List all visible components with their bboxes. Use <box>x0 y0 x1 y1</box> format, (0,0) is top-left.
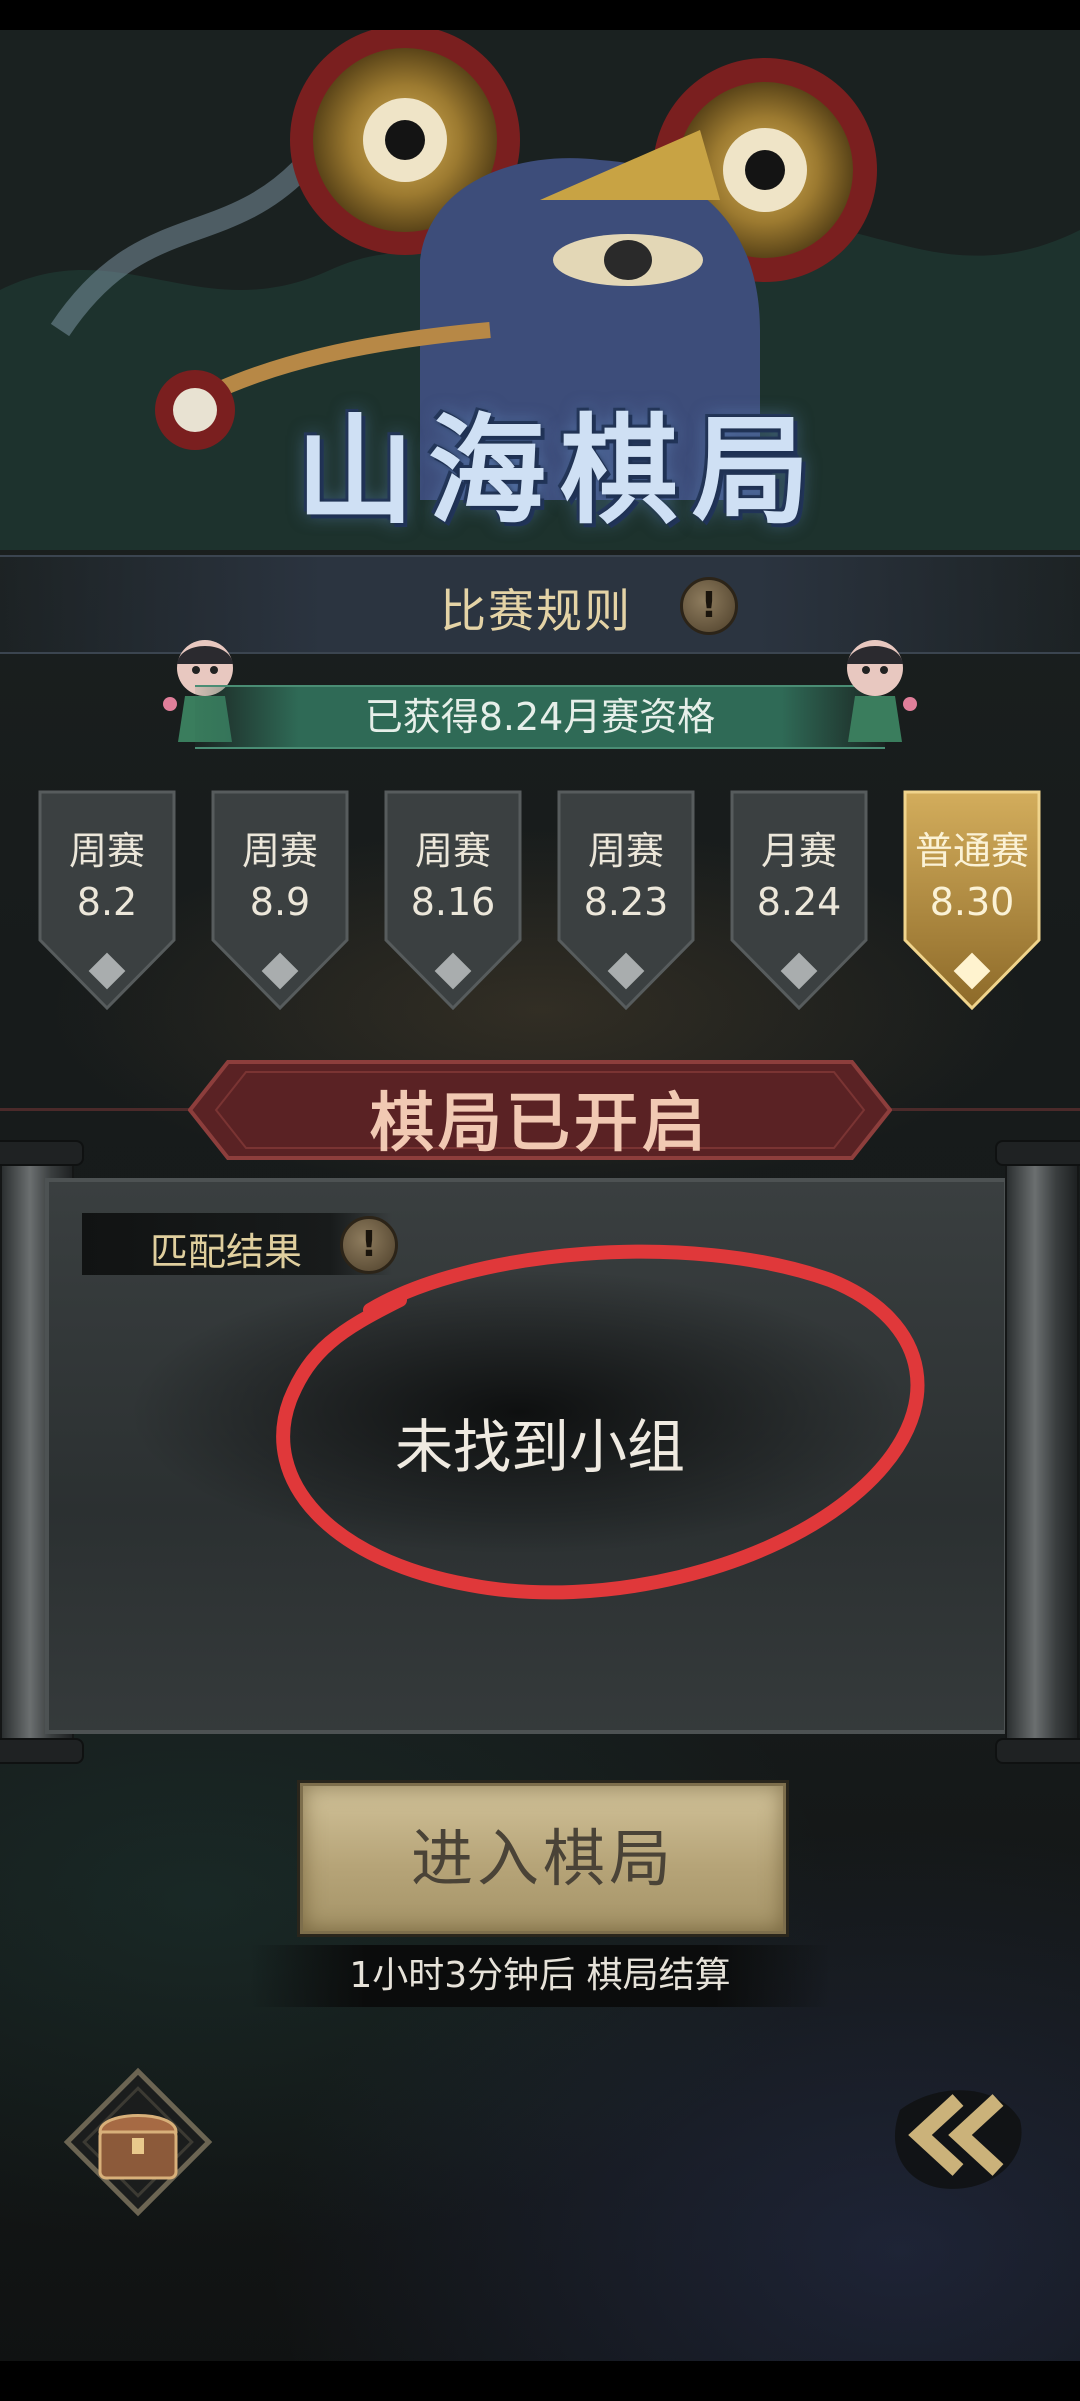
status-banner: 棋局已开启 <box>188 1060 892 1161</box>
enter-game-button[interactable]: 进入棋局 <box>300 1783 786 1934</box>
tab-type-label: 周赛 <box>587 829 664 873</box>
tab-regular-8-30[interactable]: 普通赛 8.30 <box>903 790 1041 1010</box>
double-chevron-left-icon[interactable] <box>880 2070 1030 2200</box>
tab-date-label: 8.23 <box>583 880 669 924</box>
qualification-banner: 已获得8.24月赛资格 <box>195 685 885 749</box>
game-screen: 山海棋局 比赛规则 ! 已获得8.24月赛资格 周赛 8.2 周赛 8.9 周赛… <box>0 0 1080 2401</box>
status-bar <box>0 0 1080 30</box>
scroll-rod-right <box>1005 1150 1079 1754</box>
tab-weekly-8-23[interactable]: 周赛 8.23 <box>557 790 695 1010</box>
tab-weekly-8-9[interactable]: 周赛 8.9 <box>211 790 349 1010</box>
match-result-text: 未找到小组 <box>394 1413 685 1481</box>
banner-divider-right <box>880 1108 1080 1111</box>
scroll-cap <box>0 1140 84 1166</box>
scroll-cap <box>995 1738 1080 1764</box>
tab-type-label: 周赛 <box>414 829 491 873</box>
treasure-chest-icon[interactable] <box>48 2052 228 2232</box>
tab-weekly-8-16[interactable]: 周赛 8.16 <box>384 790 522 1010</box>
tab-date-label: 8.16 <box>410 880 496 924</box>
settlement-countdown: 1小时3分钟后 棋局结算 <box>250 1945 830 2007</box>
tab-date-label: 8.30 <box>929 880 1015 924</box>
rules-label: 比赛规则 <box>440 584 632 638</box>
scroll-cap <box>995 1140 1080 1166</box>
tab-type-label: 普通赛 <box>914 829 1029 873</box>
tab-type-label: 月赛 <box>760 829 837 873</box>
banner-divider-left <box>0 1108 200 1111</box>
tab-date-label: 8.24 <box>756 880 842 924</box>
game-title: 山海棋局 <box>295 401 824 540</box>
tab-monthly-8-24[interactable]: 月赛 8.24 <box>730 790 868 1010</box>
info-icon[interactable]: ! <box>680 577 738 635</box>
tab-weekly-8-2[interactable]: 周赛 8.2 <box>38 790 176 1010</box>
tab-date-label: 8.9 <box>249 880 311 924</box>
tab-date-label: 8.2 <box>76 880 138 924</box>
tab-type-label: 周赛 <box>68 829 145 873</box>
header-artwork: 山海棋局 <box>0 30 1080 550</box>
tab-type-label: 周赛 <box>241 829 318 873</box>
mascot-right-icon <box>847 640 917 742</box>
scroll-cap <box>0 1738 84 1764</box>
navigation-bar <box>0 2361 1080 2401</box>
status-text: 棋局已开启 <box>370 1087 710 1161</box>
